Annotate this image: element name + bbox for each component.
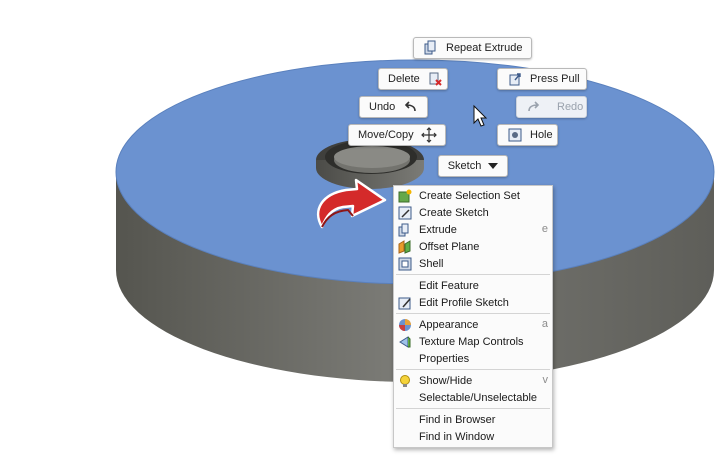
undo-button[interactable]: Undo bbox=[359, 96, 428, 118]
hole-button[interactable]: Hole bbox=[497, 124, 558, 146]
redo-button[interactable]: Redo bbox=[516, 96, 587, 118]
texture-map-icon bbox=[397, 334, 413, 350]
menu-separator bbox=[396, 274, 550, 275]
repeat-extrude-button[interactable]: Repeat Extrude bbox=[413, 37, 532, 59]
shell-icon bbox=[397, 256, 413, 272]
context-menu-item-offset-plane[interactable]: Offset Plane bbox=[394, 238, 552, 255]
empty-icon-slot bbox=[397, 429, 413, 445]
sketch-icon bbox=[397, 205, 413, 221]
context-menu-item-find-in-window[interactable]: Find in Window bbox=[394, 428, 552, 445]
context-menu-item-edit-feature[interactable]: Edit Feature bbox=[394, 277, 552, 294]
context-menu-item-show-hide[interactable]: Show/Hide v bbox=[394, 372, 552, 389]
context-menu-item-label: Offset Plane bbox=[419, 240, 480, 253]
context-menu-item-label: Find in Browser bbox=[419, 413, 496, 426]
redo-arrow-icon bbox=[526, 98, 542, 116]
context-menu-item-label: Texture Map Controls bbox=[419, 335, 524, 348]
move-arrows-icon bbox=[420, 126, 437, 144]
delete-button[interactable]: Delete bbox=[378, 68, 448, 90]
offset-plane-icon bbox=[397, 239, 413, 255]
shortcut-key: e bbox=[541, 223, 548, 235]
context-menu-item-properties[interactable]: Properties bbox=[394, 350, 552, 367]
selection-set-icon bbox=[397, 188, 413, 204]
context-menu-item-label: Properties bbox=[419, 352, 470, 365]
context-menu-item-shell[interactable]: Shell bbox=[394, 255, 552, 272]
context-menu-item-label: Edit Profile Sketch bbox=[419, 296, 509, 309]
context-menu-item-label: Edit Feature bbox=[419, 279, 479, 292]
empty-icon-slot bbox=[397, 278, 413, 294]
undo-arrow-icon bbox=[402, 98, 418, 116]
context-menu-item-selectable-unselectable[interactable]: Selectable/Unselectable bbox=[394, 389, 552, 406]
context-menu-item-label: Find in Window bbox=[419, 430, 495, 443]
delete-icon bbox=[427, 70, 443, 88]
extrude-icon bbox=[397, 222, 413, 238]
context-menu: Create Selection Set Create Sketch Extrude… bbox=[393, 185, 553, 448]
menu-separator bbox=[396, 408, 550, 409]
viewport-3d-scene[interactable] bbox=[0, 0, 715, 462]
empty-icon-slot bbox=[397, 351, 413, 367]
press-pull-button[interactable]: Press Pull bbox=[497, 68, 587, 90]
context-menu-item-label: Extrude bbox=[419, 223, 457, 236]
move-copy-button[interactable]: Move/Copy bbox=[348, 124, 446, 146]
context-menu-item-label: Create Selection Set bbox=[419, 189, 520, 202]
context-menu-item-create-selection-set[interactable]: Create Selection Set bbox=[394, 187, 552, 204]
context-menu-item-label: Show/Hide bbox=[419, 374, 473, 387]
shortcut-key: a bbox=[541, 318, 548, 330]
context-menu-item-appearance[interactable]: Appearance a bbox=[394, 316, 552, 333]
edit-sketch-icon bbox=[397, 295, 413, 311]
press-pull-icon bbox=[507, 70, 523, 88]
context-menu-item-label: Selectable/Unselectable bbox=[419, 391, 538, 404]
empty-icon-slot bbox=[397, 390, 413, 406]
context-menu-item-extrude[interactable]: Extrude e bbox=[394, 221, 552, 238]
context-menu-item-label: Appearance bbox=[419, 318, 479, 331]
menu-separator bbox=[396, 313, 550, 314]
menu-separator bbox=[396, 369, 550, 370]
lightbulb-icon bbox=[397, 373, 413, 389]
context-menu-item-create-sketch[interactable]: Create Sketch bbox=[394, 204, 552, 221]
context-menu-item-texture-map-controls[interactable]: Texture Map Controls bbox=[394, 333, 552, 350]
context-menu-item-edit-profile-sketch[interactable]: Edit Profile Sketch bbox=[394, 294, 552, 311]
context-menu-item-label: Create Sketch bbox=[419, 206, 489, 219]
empty-icon-slot bbox=[397, 412, 413, 428]
shortcut-key: v bbox=[542, 374, 549, 386]
chevron-down-icon bbox=[488, 163, 499, 169]
extrude-icon bbox=[423, 39, 439, 57]
context-menu-item-find-in-browser[interactable]: Find in Browser bbox=[394, 411, 552, 428]
sketch-dropdown-button[interactable]: Sketch bbox=[438, 155, 508, 177]
appearance-icon bbox=[397, 317, 413, 333]
hole-icon bbox=[507, 126, 523, 144]
context-menu-item-label: Shell bbox=[419, 257, 444, 270]
